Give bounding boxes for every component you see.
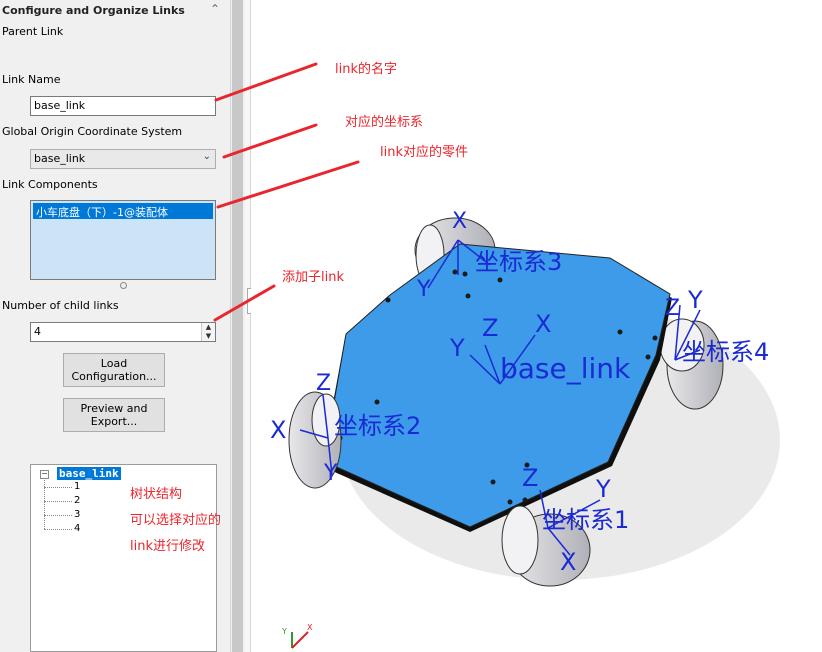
cs2-axis-y: Y <box>323 461 338 486</box>
cs2-axis-x: X <box>270 416 286 444</box>
annotation-tree-line-2: 可以选择对应的 <box>130 513 222 528</box>
svg-text:Y: Y <box>281 627 287 636</box>
annotation-coord-sys: 对应的坐标系 <box>345 115 424 130</box>
cs1-label: 坐标系1 <box>542 506 629 534</box>
viewport-overlay: X 坐标系3 Y Y Z X base_link Z Y 坐标系4 Z X 坐标… <box>213 62 780 649</box>
cs2-axis-z: Z <box>316 371 331 396</box>
cs1-axis-z: Z <box>522 464 538 492</box>
cs4-label: 坐标系4 <box>682 338 769 366</box>
cs1-axis-x: X <box>560 548 576 576</box>
svg-text:X: X <box>307 623 313 632</box>
cs4-axis-z: Z <box>665 296 680 321</box>
cs3-axis-x: X <box>452 209 467 234</box>
cs3-axis-y: Y <box>416 277 431 302</box>
cs2-label: 坐标系2 <box>334 412 421 440</box>
base-link-label: base_link <box>500 352 631 385</box>
annotation-tree: 树状结构 可以选择对应的 link进行修改 <box>130 482 221 560</box>
cs4-axis-y: Y <box>687 286 703 314</box>
cs1-axis-y: Y <box>595 475 611 503</box>
base-axis-y: Y <box>449 334 465 362</box>
annotation-components: link对应的零件 <box>380 145 468 160</box>
annotation-link-name: link的名字 <box>335 62 397 77</box>
cs3-label: 坐标系3 <box>475 248 562 276</box>
base-axis-z: Z <box>482 314 498 342</box>
annotation-tree-line-1: 树状结构 <box>130 487 183 502</box>
annotation-child-links: 添加子link <box>282 270 344 285</box>
annotation-tree-line-3: link进行修改 <box>130 539 205 554</box>
view-triad-icon: Y X <box>281 623 313 649</box>
base-axis-x: X <box>535 310 551 338</box>
